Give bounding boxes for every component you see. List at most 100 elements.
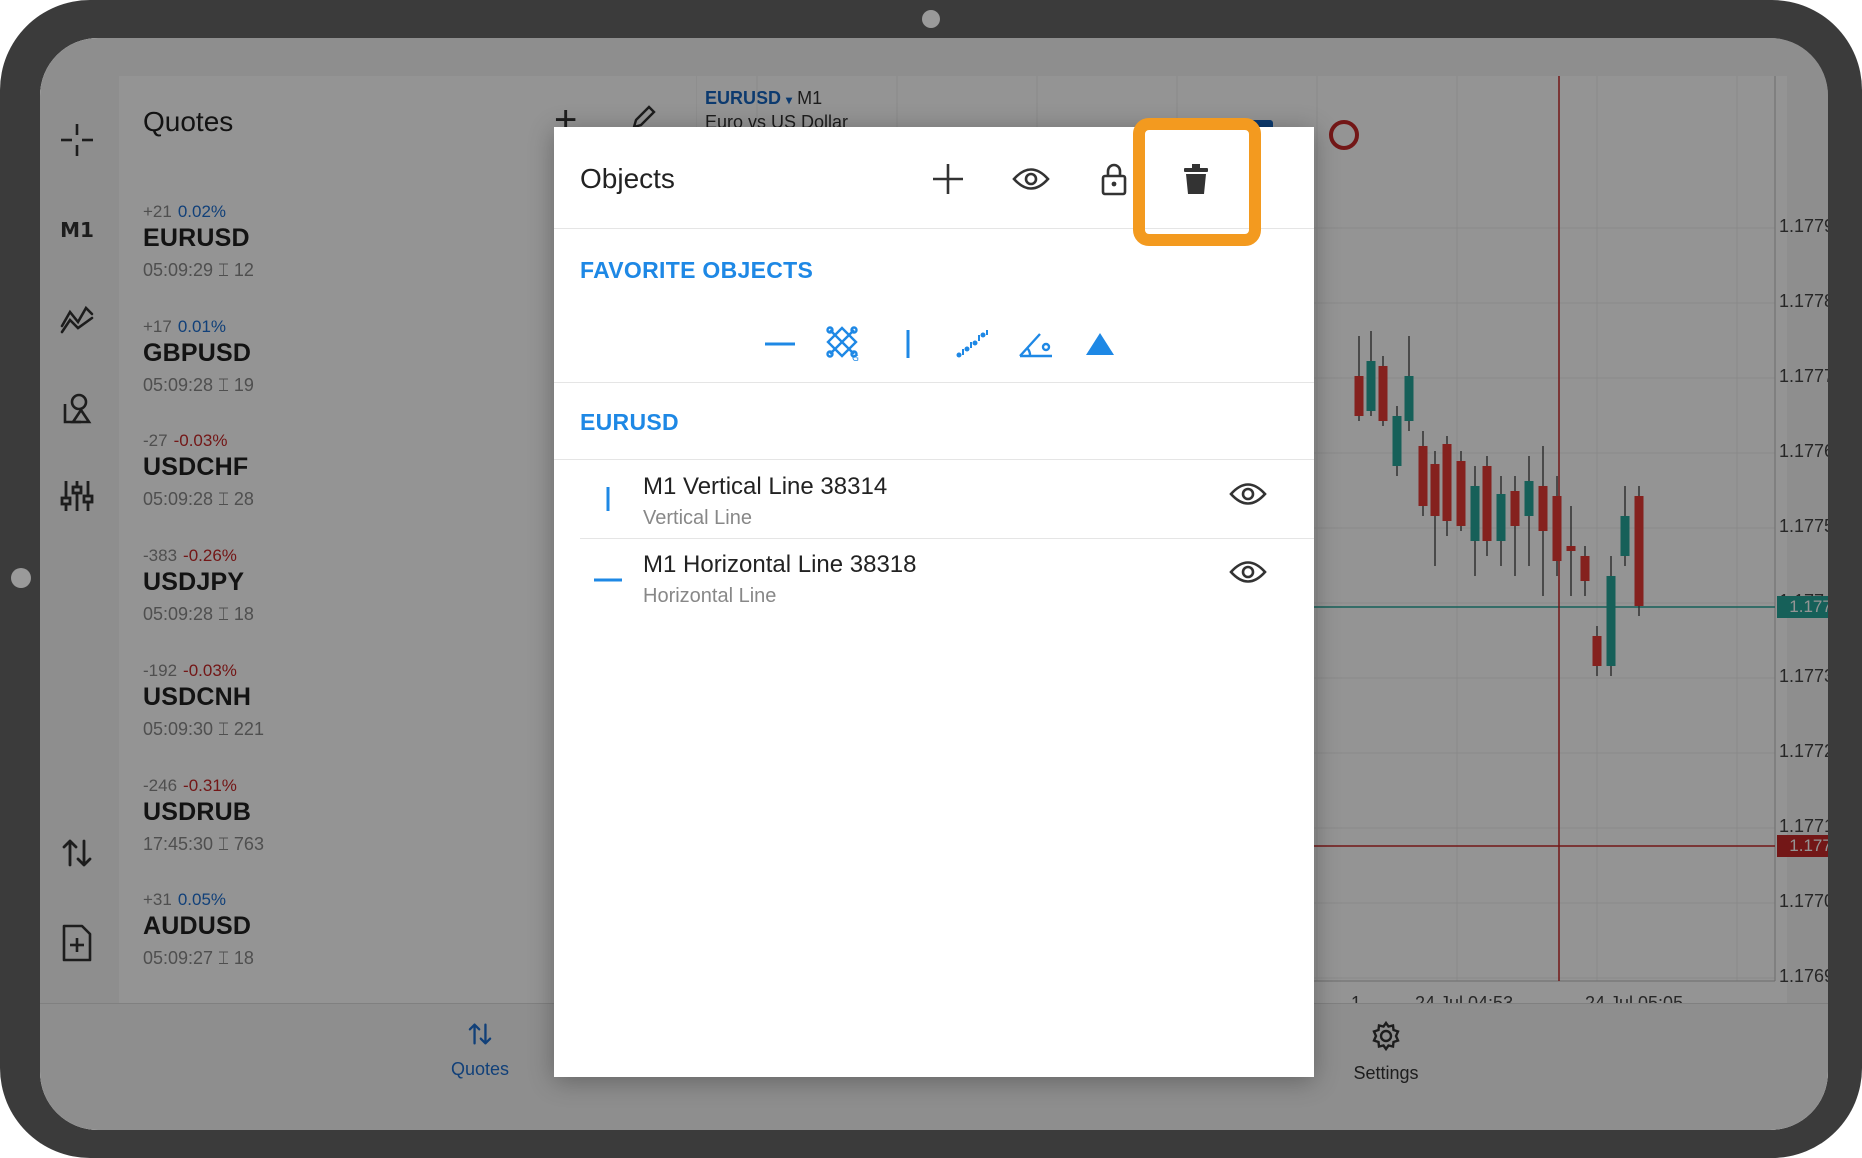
camera	[922, 10, 940, 28]
objects-icon[interactable]	[54, 390, 100, 430]
quote-symbol: USDJPY	[143, 568, 245, 597]
fav-horizontal-line-icon[interactable]	[758, 322, 802, 366]
candle-body	[1592, 636, 1602, 666]
quote-time: 05:09:28 ⌶ 18	[143, 604, 254, 625]
group-divider	[554, 459, 1314, 460]
left-toolbar: M1	[40, 38, 118, 1003]
spread-icon: ⌶	[218, 260, 229, 280]
vertical-line-icon	[592, 479, 624, 519]
object-row-horizontal-line[interactable]: M1 Horizontal Line 38318 Horizontal Line	[554, 541, 1314, 617]
quote-change: +21 0.02%	[143, 202, 227, 221]
favorites-divider	[554, 382, 1314, 383]
candle-body	[1510, 491, 1520, 526]
price-axis-label: 1.17770	[1779, 366, 1828, 386]
spread-icon: ⌶	[218, 718, 229, 739]
sliders-icon[interactable]	[54, 478, 100, 518]
price-axis-label: 1.17750	[1779, 516, 1828, 536]
add-object-button[interactable]	[920, 151, 976, 207]
object-divider	[580, 538, 1314, 539]
quote-change: -383 -0.26%	[143, 546, 237, 566]
spread-icon: ⌶	[218, 948, 229, 969]
candle-body	[1606, 576, 1616, 666]
quote-change: +17 0.01%	[143, 316, 227, 336]
indicators-icon[interactable]	[54, 300, 100, 340]
quote-time: 05:09:28 ⌶ 19	[143, 374, 254, 395]
group-header: EURUSD	[580, 409, 679, 435]
object-row-vertical-line[interactable]: M1 Vertical Line 38314 Vertical Line	[554, 463, 1314, 539]
candle-body	[1496, 494, 1506, 541]
lock-button[interactable]	[1086, 151, 1142, 207]
side-button	[11, 568, 31, 588]
candle-body	[1430, 464, 1440, 516]
candle-body	[1470, 486, 1480, 541]
timeframe-button[interactable]: M1	[54, 210, 100, 250]
quote-symbol: USDCHF	[143, 453, 249, 482]
svg-text:G: G	[852, 354, 859, 362]
nav-settings[interactable]: Settings	[1306, 1020, 1466, 1084]
lock-icon	[1101, 163, 1127, 196]
spread-icon: ⌶	[218, 833, 229, 854]
visibility-button[interactable]	[1003, 151, 1059, 207]
price-axis-label: 1.17790	[1779, 216, 1828, 236]
quote-time: 05:09:30 ⌶ 221	[143, 718, 264, 739]
candle-body	[1524, 481, 1534, 516]
candle-body	[1354, 376, 1364, 416]
spread-icon: ⌶	[218, 374, 229, 395]
object-name: M1 Horizontal Line 38318	[643, 551, 917, 578]
nav-quotes-label: Quotes	[450, 1059, 510, 1079]
price-axis-label: 1.17700	[1779, 891, 1828, 911]
bid-price-tag: 1.17734	[1777, 596, 1828, 618]
chart-gauge-icon[interactable]	[1329, 120, 1359, 150]
object-type: Horizontal Line	[643, 585, 777, 607]
trade-arrows-icon[interactable]	[54, 835, 100, 875]
fav-angle-icon[interactable]	[1014, 322, 1058, 366]
quote-symbol: GBPUSD	[143, 338, 252, 367]
spread-icon: ⌶	[218, 604, 229, 625]
candle-body	[1456, 461, 1466, 526]
fav-triangle-icon[interactable]	[1078, 322, 1122, 366]
price-axis-label: 1.17710	[1779, 816, 1828, 836]
candle-body	[1378, 366, 1388, 421]
quote-symbol: AUDUSD	[143, 912, 252, 941]
price-axis-label: 1.17760	[1779, 441, 1828, 461]
trash-icon	[1184, 164, 1208, 194]
price-axis-label: 1.17690	[1779, 966, 1828, 986]
line-price-tag: 1.17702	[1777, 835, 1828, 857]
eye-icon	[1012, 168, 1050, 190]
quote-symbol: USDCNH	[143, 682, 252, 711]
quotes-arrows-icon	[468, 1023, 492, 1045]
plus-icon	[933, 164, 963, 194]
header-divider	[554, 228, 1314, 229]
crosshair-icon[interactable]	[54, 122, 100, 162]
candle-body	[1634, 496, 1644, 606]
fav-gann-grid-icon[interactable]: G	[822, 322, 866, 366]
price-axis-label: 1.17720	[1779, 741, 1828, 761]
objects-dialog: Objects FAVORITE OBJECTS G EURUSD M1 Ver…	[554, 127, 1314, 1077]
candle-body	[1482, 466, 1492, 541]
candle-body	[1552, 496, 1562, 561]
candle-body	[1392, 416, 1402, 466]
nav-quotes[interactable]: Quotes	[400, 1020, 560, 1080]
tablet-frame: M1 Quotes + +21 0.02% EURUSD 05:09:29 ⌶ …	[0, 0, 1862, 1158]
delete-button[interactable]	[1168, 151, 1224, 207]
eye-icon[interactable]	[1229, 559, 1267, 590]
new-document-icon[interactable]	[54, 923, 100, 963]
object-type: Vertical Line	[643, 507, 752, 529]
price-axis-label: 1.17780	[1779, 291, 1828, 311]
eye-icon[interactable]	[1229, 481, 1267, 512]
quote-symbol: EURUSD	[143, 224, 250, 252]
candle-body	[1538, 486, 1548, 531]
fav-trendline-icon[interactable]	[950, 322, 994, 366]
candle-body	[1418, 446, 1428, 506]
candle-body	[1404, 376, 1414, 421]
quote-time: 05:09:29 ⌶ 12	[143, 260, 254, 280]
dialog-title: Objects	[580, 163, 675, 194]
candle-body	[1620, 516, 1630, 556]
fav-vertical-line-icon[interactable]	[886, 322, 930, 366]
quotes-title: Quotes	[143, 106, 234, 137]
horizontal-line-icon	[592, 557, 624, 597]
candle-body	[1442, 444, 1452, 521]
nav-settings-label: Settings	[1353, 1063, 1419, 1083]
quote-time: 05:09:27 ⌶ 18	[143, 948, 254, 969]
object-name: M1 Vertical Line 38314	[643, 473, 888, 500]
